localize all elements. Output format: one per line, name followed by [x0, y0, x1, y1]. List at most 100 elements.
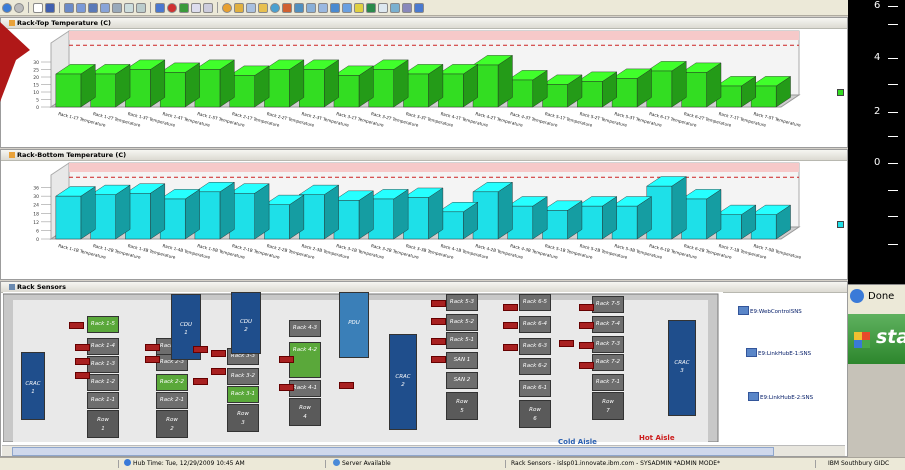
rack-rack-6-5[interactable]: Rack 6-5	[519, 294, 551, 311]
alert-icon[interactable]	[167, 2, 177, 13]
sensor-tab[interactable]	[559, 340, 574, 347]
rack-rack-3-2[interactable]: Rack 3-2	[227, 368, 259, 385]
rack-rack-5-1[interactable]: Rack 5-1	[446, 332, 478, 349]
paste-icon[interactable]	[136, 2, 146, 13]
rack-rack-5-2[interactable]: Rack 5-2	[446, 314, 478, 331]
calendar-icon[interactable]	[282, 2, 292, 13]
sensor-tab[interactable]	[431, 356, 446, 363]
rack-rack-2-1[interactable]: Rack 2-1	[156, 392, 188, 409]
rack-rack-3-1[interactable]: Rack 3-1	[227, 386, 259, 403]
table-icon[interactable]	[76, 2, 86, 13]
sensor-tab[interactable]	[503, 344, 518, 351]
back-icon[interactable]	[2, 2, 12, 13]
globe-icon[interactable]	[222, 2, 232, 13]
rack-rack-6-4[interactable]: Rack 6-4	[519, 316, 551, 333]
sns-linkhub-2[interactable]: E9:LinkHubE-2:SNS	[748, 392, 813, 401]
sensor-tab[interactable]	[431, 300, 446, 307]
rack-rack-7-4[interactable]: Rack 7-4	[592, 316, 624, 333]
rack-rack-1-4[interactable]: Rack 1-4	[87, 338, 119, 355]
rack-rack-7-2[interactable]: Rack 7-2	[592, 354, 624, 371]
sensor-tab[interactable]	[75, 344, 90, 351]
sensor-tab[interactable]	[579, 342, 594, 349]
network-icon[interactable]	[330, 2, 340, 13]
shield-icon[interactable]	[366, 2, 376, 13]
export-icon[interactable]	[390, 2, 400, 13]
tree-icon[interactable]	[179, 2, 189, 13]
sensor-tab[interactable]	[279, 384, 294, 391]
sensor-tab[interactable]	[193, 346, 208, 353]
rack-rack-1-1[interactable]: Rack 1-1	[87, 392, 119, 409]
sns-linkhub-1[interactable]: E9:LinkHubE-1:SNS	[746, 348, 811, 357]
doc-icon[interactable]	[378, 2, 388, 13]
help-icon[interactable]	[414, 2, 424, 13]
sensor-tab[interactable]	[145, 356, 160, 363]
unit-crac-3[interactable]: CRAC 3	[668, 320, 696, 416]
sensor-tab[interactable]	[211, 350, 226, 357]
rack-san-2[interactable]: SAN 2	[446, 372, 478, 389]
save-icon[interactable]	[45, 2, 55, 13]
magic-icon[interactable]	[354, 2, 364, 13]
list-icon[interactable]	[294, 2, 304, 13]
sensor-tab[interactable]	[579, 322, 594, 329]
copy-icon[interactable]	[124, 2, 134, 13]
rack-rack-1-3[interactable]: Rack 1-3	[87, 356, 119, 373]
sensor-tab[interactable]	[431, 338, 446, 345]
rack-rack-6-3[interactable]: Rack 6-3	[519, 338, 551, 355]
print-icon[interactable]	[112, 2, 122, 13]
rack-rack-7-3[interactable]: Rack 7-3	[592, 336, 624, 353]
bars-icon[interactable]	[155, 2, 165, 13]
sensor-tab[interactable]	[211, 368, 226, 375]
bar	[368, 189, 409, 240]
new-icon[interactable]	[33, 2, 43, 13]
sensor-tab[interactable]	[193, 378, 208, 385]
chart-icon[interactable]	[100, 2, 110, 13]
sensor-tab[interactable]	[579, 304, 594, 311]
unit-crac-1[interactable]: CRAC 1	[21, 352, 45, 420]
bar	[402, 187, 444, 240]
folder-icon[interactable]	[258, 2, 268, 13]
done-label: Done	[868, 291, 895, 302]
pen-icon[interactable]	[203, 2, 213, 13]
sensor-tab[interactable]	[279, 356, 294, 363]
image-icon[interactable]	[246, 2, 256, 13]
sensor-tab[interactable]	[339, 382, 354, 389]
sns-webcontrol[interactable]: E9:WebControlSNS	[738, 306, 802, 315]
sensor-tab[interactable]	[75, 358, 90, 365]
rack-rack-5-3[interactable]: Rack 5-3	[446, 294, 478, 311]
sensor-tab[interactable]	[69, 322, 84, 329]
grid-icon[interactable]	[64, 2, 74, 13]
sensor-tab[interactable]	[75, 372, 90, 379]
rack-icon[interactable]	[88, 2, 98, 13]
window-icon[interactable]	[306, 2, 316, 13]
unit-crac-2[interactable]: CRAC 2	[389, 334, 417, 430]
calc-icon[interactable]	[318, 2, 328, 13]
timer-icon[interactable]	[270, 2, 280, 13]
sensor-tab[interactable]	[579, 362, 594, 369]
rack-san-1[interactable]: SAN 1	[446, 352, 478, 369]
y-tick-label: 15	[33, 83, 39, 89]
unit-pdu[interactable]: PDU	[339, 292, 369, 358]
horizontal-scrollbar[interactable]	[2, 445, 845, 456]
sensor-tab[interactable]	[503, 304, 518, 311]
unit-cdu-2[interactable]: CDU 2	[231, 292, 261, 354]
forward-icon[interactable]	[14, 2, 24, 13]
rack-rack-6-2[interactable]: Rack 6-2	[519, 358, 551, 375]
rack-rack-1-5[interactable]: Rack 1-5	[87, 316, 119, 333]
bar-chart-icon[interactable]	[234, 2, 244, 13]
screen-icon[interactable]	[342, 2, 352, 13]
sensor-device-icon	[738, 306, 749, 315]
session-info: Rack Sensors - islsp01.innovate.ibm.com …	[511, 460, 720, 467]
sensor-tab[interactable]	[431, 318, 446, 325]
tools-icon[interactable]	[402, 2, 412, 13]
report-icon[interactable]	[191, 2, 201, 13]
rack-rack-2-2[interactable]: Rack 2-2	[156, 374, 188, 391]
scroll-thumb[interactable]	[12, 447, 774, 456]
rack-rack-7-1[interactable]: Rack 7-1	[592, 374, 624, 391]
sensor-tab[interactable]	[503, 322, 518, 329]
rack-rack-4-3[interactable]: Rack 4-3	[289, 320, 321, 337]
rack-rack-6-1[interactable]: Rack 6-1	[519, 380, 551, 397]
rack-rack-7-5[interactable]: Rack 7-5	[592, 296, 624, 313]
rack-rack-1-2[interactable]: Rack 1-2	[87, 374, 119, 391]
sensor-tab[interactable]	[145, 344, 160, 351]
start-button[interactable]: sta	[848, 314, 905, 364]
